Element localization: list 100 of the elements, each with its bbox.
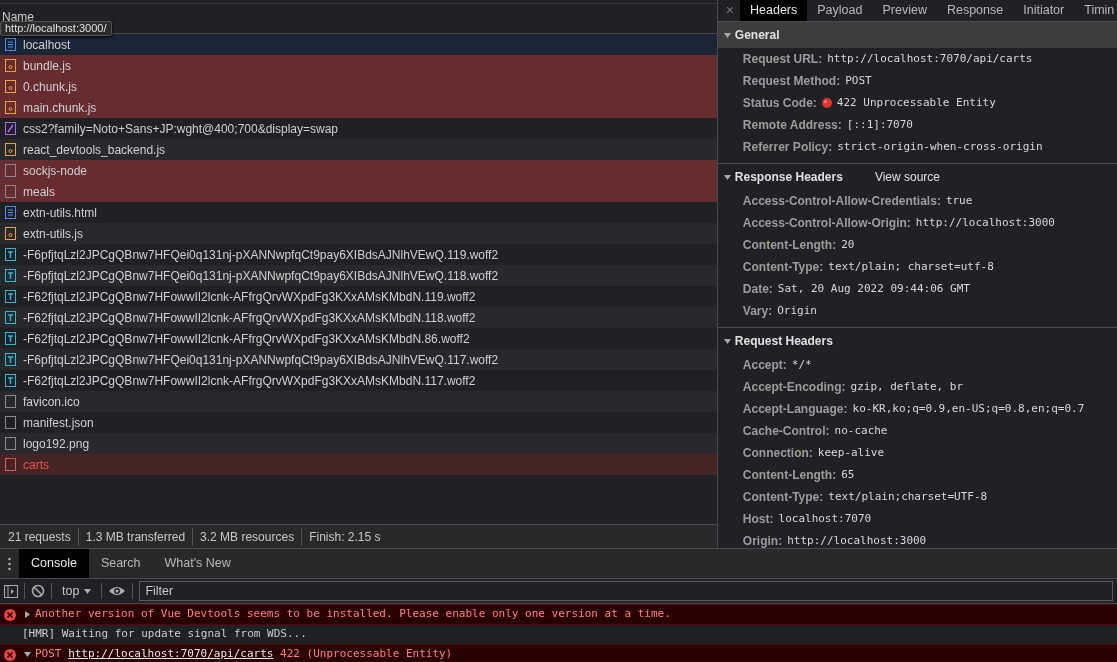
request-row[interactable]: 0.chunk.js — [0, 76, 717, 97]
request-row[interactable]: carts — [0, 454, 717, 475]
font-file-icon — [5, 332, 16, 345]
file-icon — [5, 395, 16, 408]
view-source-link[interactable]: View source — [874, 168, 941, 186]
header-name: Origin: — [742, 533, 783, 548]
console-message: [HMR] Waiting for update signal from WDS... — [22, 626, 307, 643]
summary-text: 3.2 MB resources — [193, 527, 303, 546]
request-name: -F62fjtqLzl2JPCgQBnw7HFowwII2lcnk-AFfrgQrvWXpdFg3KXxAMsKMbdN.86.woff2 — [23, 330, 470, 348]
request-row[interactable]: -F6pfjtqLzl2JPCgQBnw7HFQei0q131nj-pXANNwpfqCt9pay6XIBdsAJNlhVEwQ.117.woff2 — [0, 349, 717, 370]
request-name: -F62fjtqLzl2JPCgQBnw7HFowwII2lcnk-AFfrgQrvWXpdFg3KXxAMsKMbdN.118.woff2 — [23, 309, 476, 327]
request-row[interactable]: -F62fjtqLzl2JPCgQBnw7HFowwII2lcnk-AFfrgQrvWXpdFg3KXxAMsKMbdN.119.woff2 — [0, 286, 717, 307]
request-name: react_devtools_backend.js — [23, 141, 166, 159]
tab[interactable]: Headers — [740, 0, 808, 21]
request-name: bundle.js — [23, 57, 72, 75]
request-name: -F6pfjtqLzl2JPCgQBnw7HFQei0q131nj-pXANNwpfqCt9pay6XIBdsAJNlhVEwQ.118.woff2 — [23, 267, 499, 285]
request-name: -F62fjtqLzl2JPCgQBnw7HFowwII2lcnk-AFfrgQrvWXpdFg3KXxAMsKMbdN.119.woff2 — [23, 288, 476, 306]
sidebar-toggle-icon[interactable] — [4, 584, 18, 598]
header-value: ko-KR,ko;q=0.9,en-US;q=0.8,en;q=0.7 — [852, 400, 1085, 417]
tab[interactable]: Response — [936, 0, 1014, 21]
request-row[interactable]: main.chunk.js — [0, 97, 717, 118]
disclosure-triangle-icon[interactable] — [723, 173, 731, 181]
section-header[interactable]: Request Headers — [717, 328, 1117, 354]
file-icon — [5, 416, 16, 429]
tooltip: http://localhost:3000/ — [0, 21, 112, 36]
script-file-icon — [5, 227, 16, 240]
section-title: General — [734, 27, 780, 44]
request-row[interactable]: extn-utils.html — [0, 202, 717, 223]
header-name: Request Method: — [742, 73, 841, 90]
header-name: Status Code: — [742, 95, 817, 112]
caret-icon — [84, 588, 92, 594]
script-file-icon — [5, 80, 16, 93]
header-name: Cache-Control: — [742, 423, 830, 440]
file-icon — [5, 458, 16, 471]
header-value: true — [945, 192, 973, 209]
disclosure-triangle-icon[interactable] — [24, 651, 31, 658]
header-value: http://localhost:7070/api/carts — [827, 50, 1033, 67]
close-button[interactable]: × — [717, 0, 741, 21]
request-row[interactable]: css2?family=Noto+Sans+JP:wght@400;700&display=swap — [0, 118, 717, 139]
stylesheet-icon — [5, 122, 16, 135]
header-value: keep-alive — [817, 444, 885, 461]
request-name: logo192.png — [23, 435, 90, 453]
eye-icon[interactable] — [108, 584, 127, 598]
font-file-icon — [5, 269, 16, 282]
font-file-icon — [5, 248, 16, 261]
request-name: main.chunk.js — [23, 99, 97, 117]
request-name: favicon.ico — [23, 393, 80, 411]
console-message: POST http://localhost:7070/api/carts 422 (Unprocessable Entity) — [35, 646, 453, 662]
request-row[interactable]: react_devtools_backend.js — [0, 139, 717, 160]
request-row[interactable]: bundle.js — [0, 55, 717, 76]
filter-field[interactable]: Filter — [139, 581, 1113, 601]
disclosure-triangle-icon[interactable] — [24, 611, 31, 618]
header-name: Accept-Language: — [742, 401, 848, 418]
tab[interactable]: What's New — [152, 549, 243, 578]
request-row[interactable]: sockjs-node — [0, 160, 717, 181]
request-row[interactable]: favicon.ico — [0, 391, 717, 412]
disclosure-triangle-icon[interactable] — [723, 337, 731, 345]
tab[interactable]: Payload — [807, 0, 873, 21]
request-row[interactable]: logo192.png — [0, 433, 717, 454]
header-value: Origin — [777, 302, 817, 319]
section-header[interactable]: General — [717, 22, 1117, 48]
tab[interactable]: Console — [19, 549, 89, 578]
request-row[interactable]: extn-utils.js — [0, 223, 717, 244]
request-row[interactable]: manifest.json — [0, 412, 717, 433]
header-name: Content-Type: — [742, 489, 824, 506]
request-row[interactable]: -F62fjtqLzl2JPCgQBnw7HFowwII2lcnk-AFfrgQrvWXpdFg3KXxAMsKMbdN.118.woff2 — [0, 307, 717, 328]
request-name: -F6pfjtqLzl2JPCgQBnw7HFQei0q131nj-pXANNwpfqCt9pay6XIBdsAJNlhVEwQ.117.woff2 — [23, 351, 499, 369]
header-value: strict-origin-when-cross-origin — [837, 138, 1043, 155]
header-name: Access-Control-Allow-Credentials: — [742, 193, 941, 210]
section-header[interactable]: Response Headers View source — [717, 164, 1117, 190]
tab[interactable]: Initiator — [1013, 0, 1075, 21]
disclosure-triangle-icon[interactable] — [723, 31, 731, 39]
header-value: text/plain; charset=utf-8 — [828, 258, 994, 275]
kebab-menu-icon — [8, 556, 11, 571]
request-name: 0.chunk.js — [23, 78, 78, 96]
clear-console-icon[interactable] — [31, 584, 45, 598]
request-row[interactable]: -F62fjtqLzl2JPCgQBnw7HFowwII2lcnk-AFfrgQrvWXpdFg3KXxAMsKMbdN.117.woff2 — [0, 370, 717, 391]
font-file-icon — [5, 290, 16, 303]
request-name: -F62fjtqLzl2JPCgQBnw7HFowwII2lcnk-AFfrgQrvWXpdFg3KXxAMsKMbdN.117.woff2 — [23, 372, 476, 390]
request-row[interactable]: -F62fjtqLzl2JPCgQBnw7HFowwII2lcnk-AFfrgQrvWXpdFg3KXxAMsKMbdN.86.woff2 — [0, 328, 717, 349]
header-name: Accept-Encoding: — [742, 379, 846, 396]
console-message: Another version of Vue Devtools seems to be installed. Please enable only one version at a time. — [35, 606, 671, 623]
request-row[interactable]: localhost — [0, 34, 717, 55]
header-name: Host: — [742, 511, 774, 528]
summary-text: 21 requests — [0, 527, 79, 546]
context-dropdown[interactable]: top — [58, 581, 96, 601]
tab[interactable]: Timin — [1074, 0, 1117, 21]
request-row[interactable]: -F6pfjtqLzl2JPCgQBnw7HFQei0q131nj-pXANNwpfqCt9pay6XIBdsAJNlhVEwQ.118.woff2 — [0, 265, 717, 286]
script-file-icon — [5, 101, 16, 114]
header-name: Connection: — [742, 445, 813, 462]
console-link[interactable]: http://localhost:7070/api/carts — [68, 647, 274, 661]
request-row[interactable]: -F6pfjtqLzl2JPCgQBnw7HFQei0q131nj-pXANNwpfqCt9pay6XIBdsAJNlhVEwQ.119.woff2 — [0, 244, 717, 265]
header-name: Content-Length: — [742, 467, 837, 484]
summary-text: 1.3 MB transferred — [78, 527, 194, 546]
tab[interactable]: Preview — [872, 0, 937, 21]
document-icon — [5, 206, 16, 219]
header-name: Remote Address: — [742, 117, 842, 134]
header-value: POST — [845, 72, 872, 89]
tab[interactable]: Search — [88, 549, 153, 578]
request-row[interactable]: meals — [0, 181, 717, 202]
